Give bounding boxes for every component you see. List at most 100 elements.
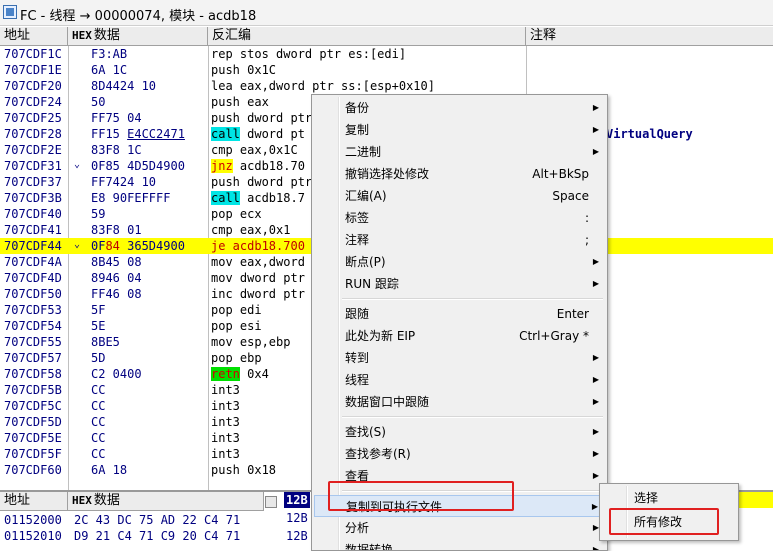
copy-to-exe-submenu[interactable]: 选择 所有修改 (599, 483, 739, 541)
menu-item[interactable]: 查找参考(R) ▶ (314, 443, 605, 465)
disasm-row[interactable]: 707CDF1E 6A 1C push 0x1C (0, 62, 773, 78)
menu-item[interactable]: 断点(P) ▶ (314, 251, 605, 273)
row-hex: C2 0400 (91, 367, 142, 381)
context-menu[interactable]: 备份 ▶ 复制 ▶ 二进制 ▶ 撤销选择处修改 Alt+BkSp 汇编(A) Space 标签: 注释… (311, 94, 608, 551)
menu-item[interactable]: 二进制 ▶ (314, 141, 605, 163)
menu-item[interactable]: 撤销选择处修改 Alt+BkSp (314, 163, 605, 185)
row-address: 707CDF50 (4, 287, 62, 301)
row-disasm: push 0x1C (211, 63, 277, 77)
row-address: 707CDF44 (4, 239, 62, 253)
submenu-item-selection[interactable]: 选择 (602, 487, 736, 509)
submenu-arrow-icon: ▶ (591, 502, 598, 511)
menu-separator (342, 490, 603, 492)
row-disasm: push 0x18 (211, 463, 277, 477)
column-header-hex[interactable]: HEX 数据 (68, 27, 208, 46)
row-hex: FF46 08 (91, 287, 142, 301)
window-title: FC - 线程 → 00000074, 模块 - acdb18 (20, 9, 257, 24)
row-hex: CC (91, 383, 106, 397)
menu-item-shortcut: Ctrl+Gray * (519, 329, 589, 343)
row-address: 707CDF5D (4, 415, 62, 429)
submenu-arrow-icon: ▶ (592, 353, 599, 362)
menu-item-label: 复制到可执行文件 (346, 500, 443, 514)
row-hex: 50 (91, 95, 106, 109)
menu-item[interactable]: 转到 ▶ (314, 347, 605, 369)
menu-item[interactable]: 分析 ▶ (314, 517, 605, 539)
stack-pane[interactable]: 12B 12B 12B (278, 492, 314, 551)
row-disasm: int3 (211, 399, 240, 413)
menu-item-label: 线程 (345, 373, 370, 387)
row-disasm: int3 (211, 431, 240, 445)
row-address: 707CDF53 (4, 303, 62, 317)
dump-address: 01152010 (4, 529, 62, 543)
row-disasm: jnz acdb18.70 (211, 159, 305, 173)
menu-item-shortcut: Space (552, 189, 589, 203)
row-address: 707CDF1E (4, 63, 62, 77)
menu-item-label: 分析 (345, 521, 370, 535)
row-address: 707CDF60 (4, 463, 62, 477)
row-hex: F3:AB (91, 47, 128, 61)
disasm-row[interactable]: 707CDF20 8D4424 10 lea eax,dword ptr ss:[e… (0, 78, 773, 94)
menu-item[interactable]: 数据窗口中跟随 ▶ (314, 391, 605, 413)
pane-resize-handle[interactable] (265, 496, 277, 508)
menu-item[interactable]: 标签: (314, 207, 605, 229)
menu-item[interactable]: 此处为新 EIP Ctrl+Gray * (314, 325, 605, 347)
app-icon[interactable] (3, 5, 17, 19)
column-header-disasm[interactable]: 反汇编 (208, 27, 526, 46)
row-address: 707CDF55 (4, 335, 62, 349)
submenu-arrow-icon: ▶ (592, 103, 599, 112)
submenu-item-all-modifications[interactable]: 所有修改 (602, 511, 736, 533)
column-header-address[interactable]: 地址 (0, 27, 68, 46)
menu-item[interactable]: 线程 ▶ (314, 369, 605, 391)
menu-item-shortcut: Enter (556, 307, 589, 321)
row-hex: 8B45 08 (91, 255, 142, 269)
menu-item-shortcut: : (584, 211, 589, 225)
menu-item[interactable]: 数据转换 ▶ (314, 539, 605, 550)
row-disasm: retn 0x4 (211, 367, 269, 381)
disasm-row[interactable]: 707CDF1C F3:AB rep stos dword ptr es:[edi] (0, 46, 773, 62)
menu-item[interactable]: 复制 ▶ (314, 119, 605, 141)
row-disasm: int3 (211, 383, 240, 397)
row-disasm: push dword ptr (211, 111, 313, 125)
dump-row[interactable]: 01152010 D9 21 C4 71 C9 20 C4 71 (0, 528, 264, 544)
menu-item-label: 断点(P) (345, 255, 386, 269)
menu-item[interactable]: 汇编(A) Space (314, 185, 605, 207)
column-header-comment[interactable]: 注释 (526, 27, 773, 46)
dump-header-address[interactable]: 地址 (0, 492, 68, 511)
menu-item[interactable]: 跟随 Enter (314, 303, 605, 325)
row-address: 707CDF31 (4, 159, 62, 173)
jump-marker-icon: ⌄ (74, 239, 81, 250)
row-address: 707CDF25 (4, 111, 62, 125)
row-address: 707CDF5F (4, 447, 62, 461)
row-disasm: mov eax,dword (211, 255, 305, 269)
row-disasm: mov dword ptr (211, 271, 305, 285)
menu-item-label: 跟随 (345, 307, 370, 321)
row-hex: FF75 04 (91, 111, 142, 125)
stack-entry[interactable]: 12B (284, 492, 310, 508)
menu-item[interactable]: 查找(S) ▶ (314, 421, 605, 443)
menu-item[interactable]: 查看 ▶ (314, 465, 605, 487)
dump-hex: D9 21 C4 71 C9 20 C4 71 (74, 529, 241, 543)
row-hex: 59 (91, 207, 106, 221)
menu-item[interactable]: RUN 跟踪 ▶ (314, 273, 605, 295)
menu-separator (342, 298, 603, 300)
submenu-arrow-icon: ▶ (592, 257, 599, 266)
dump-row[interactable]: 01152000 2C 43 DC 75 AD 22 C4 71 (0, 512, 264, 528)
dump-header-hex[interactable]: HEX 数据 (68, 492, 264, 511)
menu-item[interactable]: 复制到可执行文件 ▶ (314, 495, 605, 517)
menu-item-label: 此处为新 EIP (345, 329, 416, 343)
row-disasm: cmp eax,0x1C (211, 143, 298, 157)
menu-item[interactable]: 备份 ▶ (314, 97, 605, 119)
stack-entry[interactable]: 12B (286, 528, 308, 544)
menu-item-label: 数据窗口中跟随 (345, 395, 430, 409)
row-address: 707CDF41 (4, 223, 62, 237)
row-address: 707CDF5E (4, 431, 62, 445)
stack-entry[interactable]: 12B (286, 510, 308, 526)
row-address: 707CDF5B (4, 383, 62, 397)
menu-item[interactable]: 注释; (314, 229, 605, 251)
submenu-arrow-icon: ▶ (592, 125, 599, 134)
row-hex: 5F (91, 303, 106, 317)
submenu-arrow-icon: ▶ (592, 449, 599, 458)
title-bar: FC - 线程 → 00000074, 模块 - acdb18 (0, 0, 773, 26)
menu-item-label: RUN 跟踪 (345, 277, 399, 291)
row-hex: 6A 18 (91, 463, 128, 477)
